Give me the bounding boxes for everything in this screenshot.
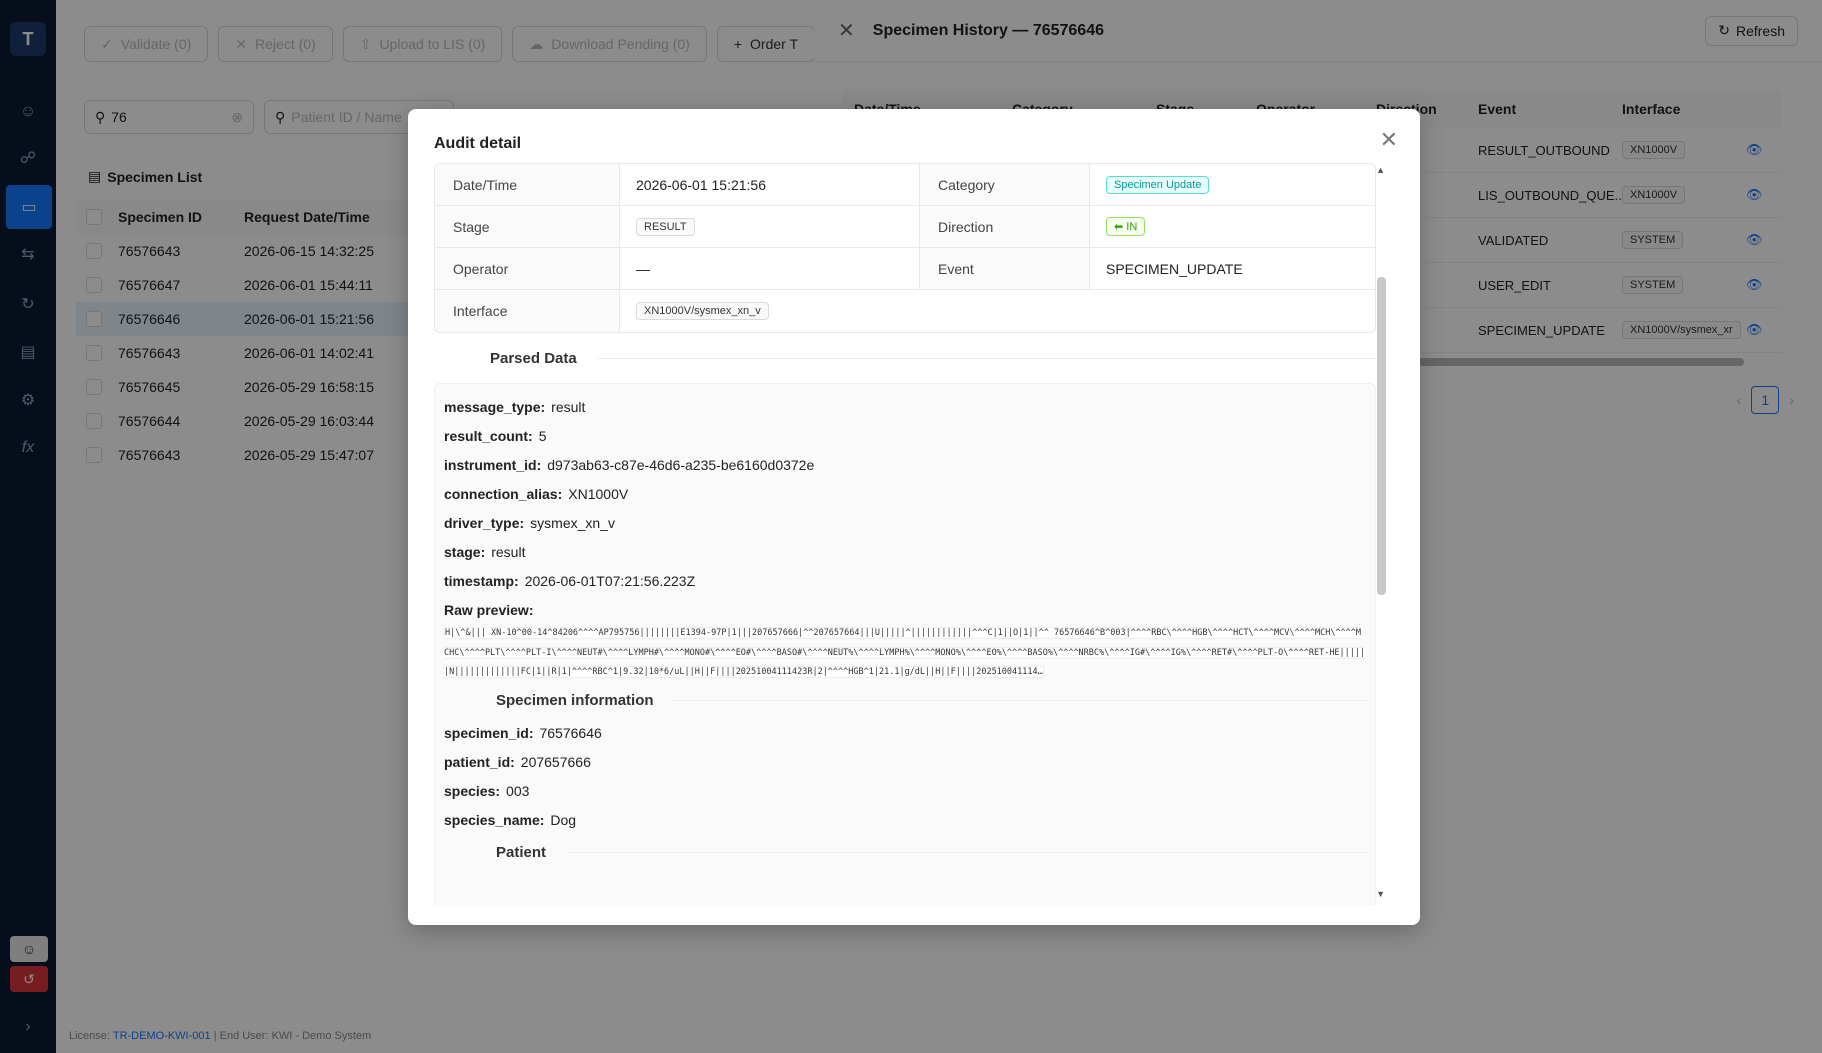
stage-tag: RESULT <box>636 217 695 236</box>
raw-preview-block: H|\^&||| XN-10^00-14^84206^^^^AP795756||… <box>444 627 1366 678</box>
kv-row: timestamp: 2026-06-01T07:21:56.223Z <box>444 572 696 589</box>
stage-label: Stage <box>435 206 620 247</box>
kv-row: species: 003 <box>444 783 530 799</box>
category-label: Category <box>920 164 1090 205</box>
kv-row: driver_type: sysmex_xn_v <box>444 514 615 531</box>
event-value: SPECIMEN_UPDATE <box>1106 260 1243 277</box>
vertical-scrollbar[interactable] <box>1377 277 1386 595</box>
specimen-info-title: Specimen information <box>444 683 1366 719</box>
operator-label: Operator <box>435 248 620 289</box>
audit-detail-modal: Audit detail ✕ Date/Time 2026-06-01 15:2… <box>408 109 1420 925</box>
direction-label: Direction <box>920 206 1090 247</box>
scroll-down-icon[interactable]: ▼ <box>1376 889 1385 899</box>
kv-row: instrument_id: d973ab63-c87e-46d6-a235-be… <box>444 456 815 473</box>
operator-value: — <box>620 248 920 289</box>
kv-row: message_type: result <box>444 398 586 415</box>
kv-row: result_count: 5 <box>444 427 547 444</box>
scroll-up-icon[interactable]: ▲ <box>1376 165 1385 175</box>
datetime-value: 2026-06-01 15:21:56 <box>620 164 920 205</box>
raw-preview-label: Raw preview: <box>444 601 534 618</box>
patient-section-title: Patient <box>444 835 1366 871</box>
interface-tag: XN1000V/sysmex_xn_v <box>636 302 769 320</box>
audit-descriptions: Date/Time 2026-06-01 15:21:56 Category S… <box>434 163 1376 333</box>
kv-row: patient_id: 207657666 <box>444 754 591 770</box>
parsed-data-section-title: Parsed Data <box>434 333 1376 383</box>
parsed-data-panel: message_type: result result_count: 5 instr… <box>434 383 1376 905</box>
close-icon[interactable]: ✕ <box>1380 127 1398 153</box>
modal-body: Date/Time 2026-06-01 15:21:56 Category S… <box>434 163 1376 905</box>
arrow-left-icon: ⬅ <box>1114 221 1127 233</box>
kv-row: stage: result <box>444 543 526 560</box>
kv-row: connection_alias: XN1000V <box>444 485 629 502</box>
kv-row: species_name: Dog <box>444 812 577 828</box>
category-tag: Specimen Update <box>1106 175 1210 194</box>
datetime-label: Date/Time <box>435 164 620 205</box>
kv-row: specimen_id: 76576646 <box>444 725 602 741</box>
direction-tag: ⬅ IN <box>1106 217 1146 236</box>
modal-title: Audit detail <box>434 135 522 152</box>
interface-label: Interface <box>435 290 620 332</box>
event-label: Event <box>920 248 1090 289</box>
